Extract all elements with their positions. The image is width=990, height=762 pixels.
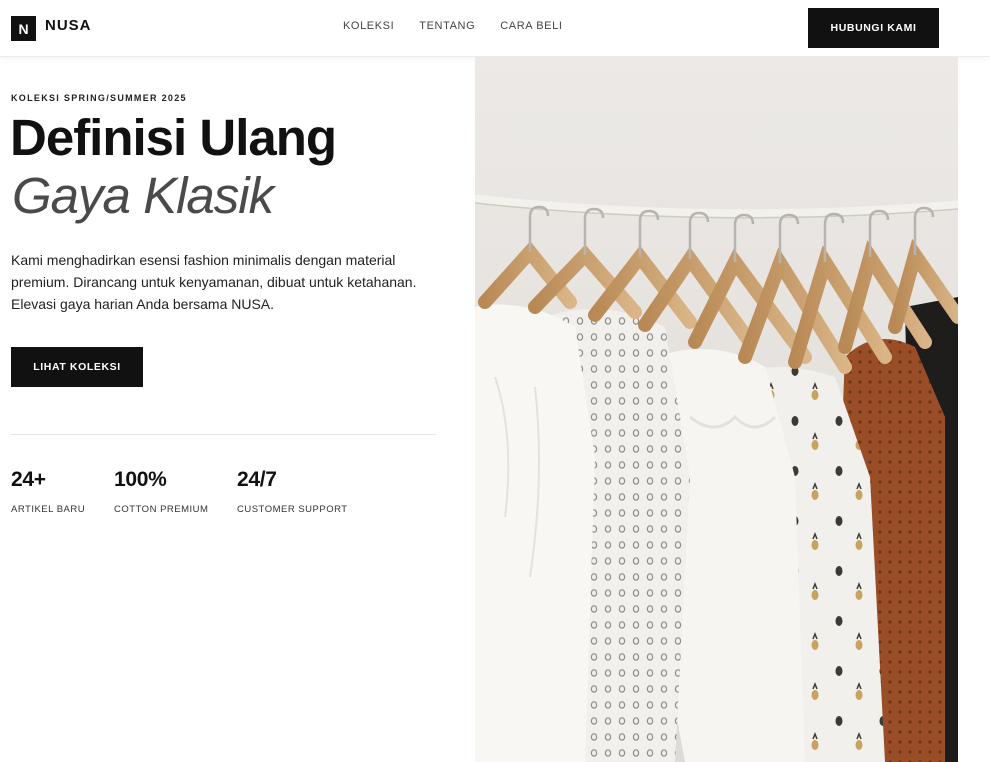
clothing-rack-illustration [475, 57, 958, 762]
nav-link-cara-beli[interactable]: CARA BELI [500, 20, 562, 32]
stats-divider [11, 434, 436, 435]
stat-label: ARTIKEL BARU [11, 504, 86, 515]
stat-support: 24/7 CUSTOMER SUPPORT [237, 468, 348, 515]
hero-headline: Definisi Ulang [10, 109, 337, 166]
logo-mark: N [11, 16, 36, 41]
stat-value: 24+ [11, 468, 46, 491]
stat-value: 100% [114, 468, 167, 491]
brand-name: NUSA [45, 17, 92, 34]
stat-cotton: 100% COTTON PREMIUM [114, 468, 208, 515]
stat-new-articles: 24+ ARTIKEL BARU [11, 468, 85, 515]
collection-eyebrow: KOLEKSI SPRING/SUMMER 2025 [11, 93, 187, 103]
contact-button[interactable]: HUBUNGI KAMI [808, 8, 939, 48]
stat-label: COTTON PREMIUM [114, 504, 209, 515]
nav-link-koleksi[interactable]: KOLEKSI [343, 20, 394, 32]
view-collection-button[interactable]: LIHAT KOLEKSI [11, 347, 143, 387]
nav-link-tentang[interactable]: TENTANG [419, 20, 475, 32]
hero-description: Kami menghadirkan esensi fashion minimal… [11, 252, 417, 312]
main-nav: KOLEKSI TENTANG CARA BELI [343, 20, 588, 32]
stat-value: 24/7 [237, 468, 277, 491]
site-header: N NUSA KOLEKSI TENTANG CARA BELI HUBUNGI… [0, 0, 990, 57]
stat-label: CUSTOMER SUPPORT [237, 504, 348, 515]
logo[interactable]: N NUSA [11, 16, 92, 41]
hero-headline-italic: Gaya Klasik [12, 167, 274, 224]
hero-image [475, 57, 958, 762]
